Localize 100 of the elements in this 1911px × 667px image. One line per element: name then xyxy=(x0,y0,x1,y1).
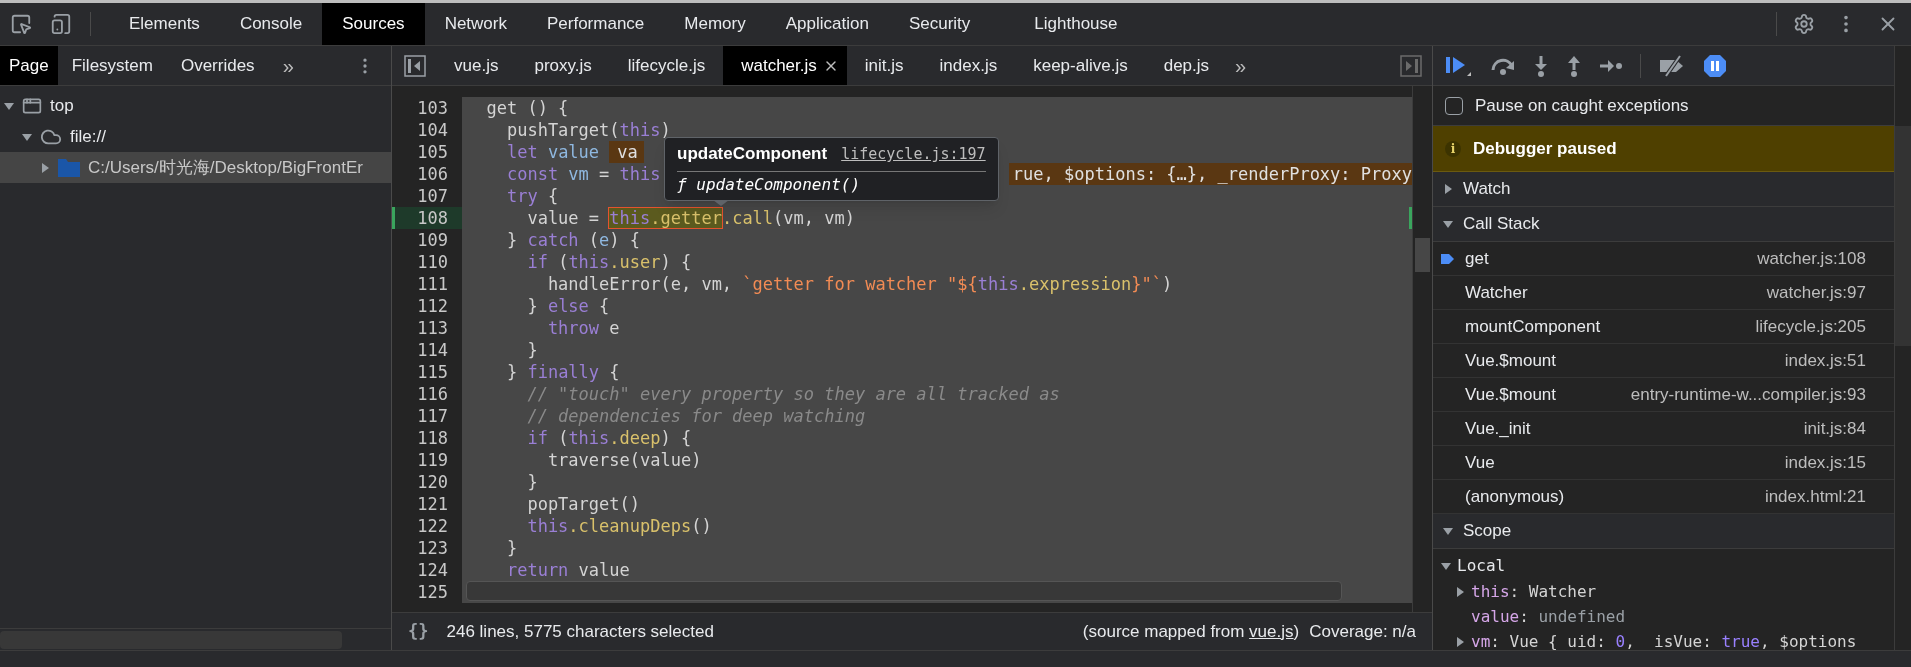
expanded-triangle-icon[interactable] xyxy=(4,100,14,111)
line-number: 111 xyxy=(417,273,448,295)
file-tab[interactable]: watcher.js xyxy=(723,46,847,85)
call-frame[interactable]: get watcher.js:108 xyxy=(1433,242,1894,276)
code-line: pushTarget(this) xyxy=(505,119,671,141)
inline-value: rue, $options: {…}, _renderProxy: Proxy xyxy=(1008,163,1412,185)
code-line: throw e xyxy=(546,317,620,339)
tree-item[interactable]: top xyxy=(0,90,391,121)
frame-name: Vue xyxy=(1465,451,1495,474)
tree-item[interactable]: file:// xyxy=(0,121,391,152)
info-icon: i xyxy=(1445,140,1461,157)
step-icon[interactable] xyxy=(1599,57,1623,74)
code-line: // "touch" every property so they are all tracked as xyxy=(526,383,1060,405)
code-line: this.cleanupDeps() xyxy=(526,515,712,537)
frame-name: Vue.$mount xyxy=(1465,383,1557,406)
settings-icon[interactable] xyxy=(1793,13,1815,35)
tree-item[interactable]: C:/Users/时光海/Desktop/BigFrontEr xyxy=(0,152,391,183)
line-number: 104 xyxy=(417,119,448,141)
code-line: if (this.user) { xyxy=(526,251,692,273)
device-icon[interactable] xyxy=(50,13,72,35)
panel-tab[interactable]: Network xyxy=(424,3,527,45)
panel-tab[interactable]: Sources xyxy=(322,3,425,45)
code-line: } finally { xyxy=(505,361,620,383)
line-number: 103 xyxy=(417,97,448,119)
scope-variable[interactable]: this: Watcher xyxy=(1471,579,1597,604)
expanded-triangle-icon[interactable] xyxy=(1443,526,1453,536)
navigator-tab[interactable]: Page xyxy=(0,46,58,85)
scope-variable[interactable]: value: undefined xyxy=(1471,604,1626,629)
function-signature: ƒ updateComponent() xyxy=(677,173,862,196)
line-number: 107 xyxy=(417,185,448,207)
call-frame[interactable]: mountComponent lifecycle.js:205 xyxy=(1433,310,1894,344)
call-frame[interactable]: Watcher watcher.js:97 xyxy=(1433,276,1894,310)
panel-tab[interactable]: Performance xyxy=(527,3,665,45)
expanded-triangle-icon[interactable] xyxy=(1441,561,1451,571)
code-line: // dependencies for deep watching xyxy=(526,405,866,427)
source-map-info: (source mapped from vue.js) xyxy=(1082,620,1300,643)
inspect-icon[interactable] xyxy=(10,13,32,35)
file-tab[interactable]: index.js xyxy=(921,46,1016,85)
collapsed-triangle-icon[interactable] xyxy=(40,162,50,173)
panel-tab[interactable]: Application xyxy=(765,3,889,45)
file-tab[interactable]: init.js xyxy=(846,46,922,85)
panel-tab[interactable]: Security xyxy=(888,3,991,45)
line-number: 115 xyxy=(417,361,448,383)
frame-location: lifecycle.js:205 xyxy=(1755,315,1866,338)
call-frame[interactable]: Vue.$mount index.js:51 xyxy=(1433,344,1894,378)
code-line: const vm = this xyxy=(505,163,661,185)
code-line: handleError(e, vm, `getter for watcher "${this.expression}"`) xyxy=(546,273,1173,295)
step-out-icon[interactable] xyxy=(1566,54,1582,77)
section-header[interactable]: Scope xyxy=(1433,514,1894,549)
evaluated-expression: this.getter xyxy=(609,208,722,228)
navigator-tab[interactable]: Overrides xyxy=(166,46,269,85)
file-tab[interactable]: keep-alive.js xyxy=(1015,46,1146,85)
file-tab[interactable]: proxy.js xyxy=(516,46,610,85)
more-tabs-button[interactable]: » xyxy=(282,50,294,81)
pause-on-exceptions-icon[interactable] xyxy=(1703,53,1727,78)
section-header[interactable]: Watch xyxy=(1433,172,1894,207)
line-number: 117 xyxy=(417,405,448,427)
line-number: 109 xyxy=(417,229,448,251)
panel-tab[interactable]: Console xyxy=(219,3,323,45)
collapsed-triangle-icon[interactable] xyxy=(1455,636,1465,647)
source-link[interactable]: lifecycle.js:197 xyxy=(841,143,986,166)
inline-value: va xyxy=(609,141,644,163)
panel-tab[interactable]: Memory xyxy=(664,3,766,45)
line-number: 112 xyxy=(417,295,448,317)
section-header[interactable]: Call Stack xyxy=(1433,207,1894,242)
frame-location: index.html:21 xyxy=(1764,485,1866,508)
expanded-triangle-icon[interactable] xyxy=(1443,219,1453,229)
scrollbar-thumb[interactable] xyxy=(466,581,1342,601)
toggle-debugger-icon[interactable] xyxy=(1400,54,1422,77)
call-frame[interactable]: Vue.$mount entry-runtime-w...compiler.js:93 xyxy=(1433,378,1894,412)
code-line: get () { xyxy=(485,97,569,119)
call-frame[interactable]: Vue index.js:15 xyxy=(1433,446,1894,480)
scrollbar-thumb[interactable] xyxy=(1415,238,1430,272)
banner-text: Debugger paused xyxy=(1473,137,1617,160)
scope-group[interactable]: Local xyxy=(1433,553,1894,579)
panel-tab[interactable]: Elements xyxy=(109,3,220,45)
frame-location: watcher.js:108 xyxy=(1757,247,1866,270)
popover-title: updateComponent xyxy=(677,143,828,165)
file-tab[interactable]: vue.js xyxy=(436,46,517,85)
code-line: traverse(value) xyxy=(546,449,702,471)
scope-variable[interactable]: vm: Vue {_uid: 0, _isVue: true, $options xyxy=(1471,629,1857,650)
checkbox[interactable] xyxy=(1445,96,1463,115)
step-into-icon[interactable] xyxy=(1533,54,1549,77)
more-tabs-button[interactable]: » xyxy=(1235,50,1247,81)
code-line: try { xyxy=(505,185,559,207)
frame-location: index.js:15 xyxy=(1784,451,1866,474)
navigator-tab[interactable]: Filesystem xyxy=(57,46,167,85)
file-tab[interactable]: lifecycle.js xyxy=(609,46,724,85)
panel-tab[interactable]: Lighthouse xyxy=(1014,3,1138,45)
toggle-navigator-icon[interactable] xyxy=(404,54,426,77)
call-frame[interactable]: Vue._init init.js:84 xyxy=(1433,412,1894,446)
source-link[interactable]: vue.js xyxy=(1249,621,1294,641)
collapsed-triangle-icon[interactable] xyxy=(1455,586,1465,597)
format-icon[interactable]: {} xyxy=(408,618,429,645)
scrollbar-thumb[interactable] xyxy=(1895,126,1911,346)
collapsed-triangle-icon[interactable] xyxy=(1443,184,1453,194)
file-tab[interactable]: dep.js xyxy=(1145,46,1228,85)
checkbox-label: Pause on caught exceptions xyxy=(1475,94,1689,117)
expanded-triangle-icon[interactable] xyxy=(22,131,32,142)
frame-location: init.js:84 xyxy=(1803,417,1866,440)
